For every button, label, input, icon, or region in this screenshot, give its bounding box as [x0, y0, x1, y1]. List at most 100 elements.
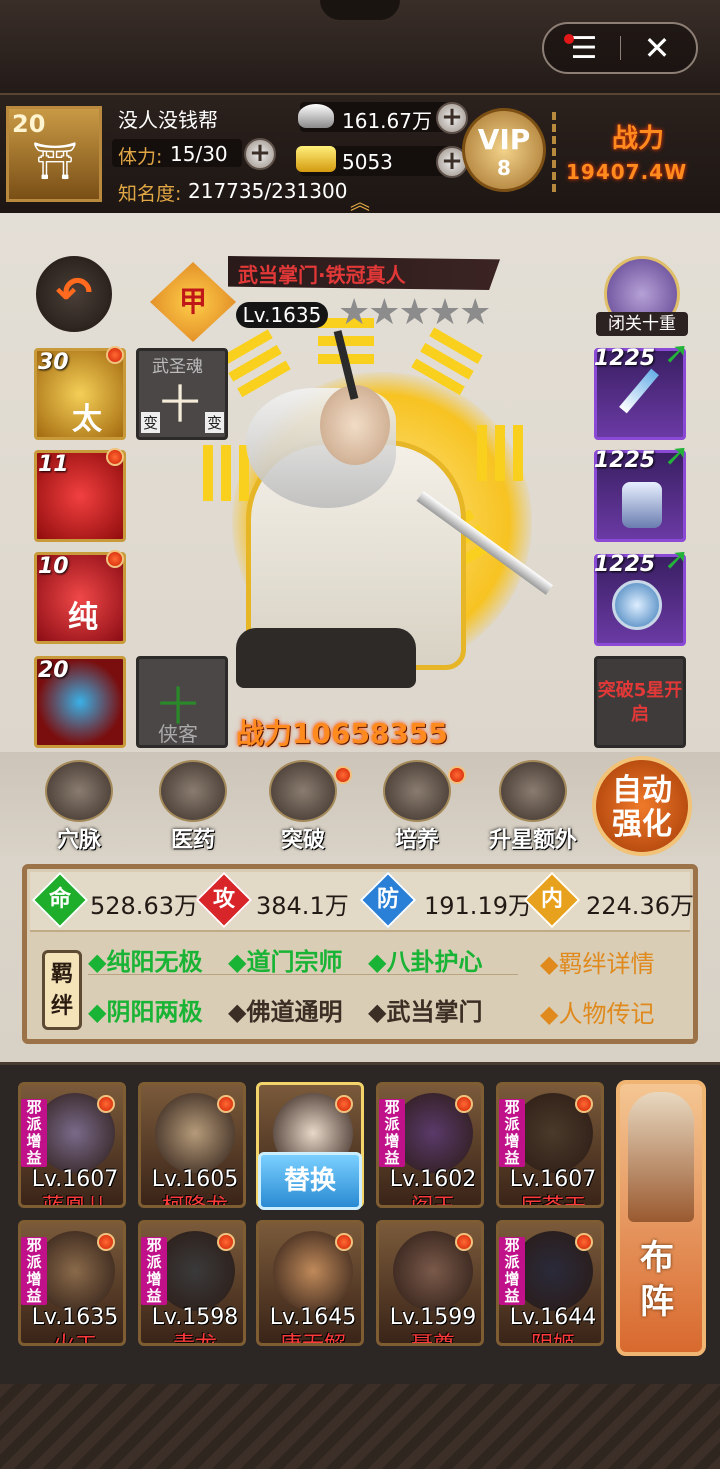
- hero-title: 武当掌门·铁冠真人: [238, 263, 406, 287]
- upgrade-arrow-icon: ➚: [664, 438, 690, 473]
- function-label: 培养: [394, 828, 439, 853]
- martial-soul-glyph: 十: [160, 382, 200, 428]
- martial-soul-left: 变: [141, 412, 161, 433]
- silver-ingot-icon: [298, 104, 334, 128]
- faction-tag: 邪派增益: [499, 1099, 525, 1167]
- stamina-label: 体力:: [118, 146, 163, 168]
- fetter-tag: ◆佛道通明: [228, 998, 343, 1026]
- fetter-details-link[interactable]: ◆羁绊详情: [540, 944, 654, 979]
- fetter-tag: ◆八卦护心: [368, 948, 483, 976]
- hero-power: 战力10658355: [236, 717, 448, 750]
- notification-dot: [335, 1233, 353, 1251]
- roster-card[interactable]: 邪派增益 Lv.1607 厉苍天: [496, 1082, 604, 1208]
- roster-card[interactable]: 邪派增益 Lv.1635 火工: [18, 1220, 126, 1346]
- swap-button[interactable]: 替换: [258, 1152, 362, 1210]
- vip-badge[interactable]: VIP 8: [462, 108, 546, 192]
- roster-name: 阴姬: [530, 1333, 575, 1346]
- trigram-icon: [199, 445, 249, 501]
- formation-line2: 阵: [640, 1282, 674, 1322]
- auto-enhance-line1: 自动: [612, 773, 672, 808]
- bottom-decoration: [0, 1384, 720, 1469]
- gold-ingot-icon: [296, 146, 336, 172]
- meridian-button[interactable]: 穴脉: [34, 760, 124, 856]
- faction-tag: 邪派增益: [379, 1099, 405, 1167]
- roster-card[interactable]: 邪派增益 Lv.1602 阎王: [376, 1082, 484, 1208]
- amulet-icon: [612, 580, 662, 630]
- function-label: 升星额外: [488, 828, 577, 853]
- function-label: 穴脉: [56, 828, 101, 853]
- skill-level-1: 30: [38, 350, 69, 375]
- companion-label: 侠客: [158, 722, 198, 746]
- function-label: 医药: [170, 828, 215, 853]
- roster-name: 青龙: [172, 1333, 217, 1346]
- formation-label: 布 阵: [640, 1236, 674, 1324]
- notification-dot: [334, 766, 352, 784]
- silver-amount: 161.67万: [342, 109, 432, 133]
- hero-boots: [236, 628, 416, 688]
- roster-name: 聂尊: [410, 1333, 455, 1346]
- fame-label: 知名度:: [118, 183, 182, 205]
- star-up-extra-button[interactable]: 升星额外: [478, 760, 588, 856]
- skill-level-4: 20: [38, 658, 69, 683]
- notification-dot: [448, 766, 466, 784]
- vip-divider: [552, 112, 556, 192]
- roster-name: 唐无解: [279, 1333, 346, 1346]
- roster-card[interactable]: Lv.1645 唐无解: [256, 1220, 364, 1346]
- fame-value: 217735/231300: [188, 179, 348, 203]
- armor-icon: [622, 482, 662, 528]
- hp-value: 528.63万: [90, 892, 198, 920]
- add-stamina-button[interactable]: +: [244, 138, 276, 170]
- attack-glyph: 攻: [212, 887, 235, 912]
- formation-line1: 布: [640, 1238, 674, 1278]
- notification-dot: [335, 1095, 353, 1113]
- top-ornament: [320, 0, 400, 20]
- stamina-value: 15/30: [170, 142, 228, 166]
- roster-card[interactable]: Lv.1599 聂尊: [376, 1220, 484, 1346]
- inner-value: 224.36万: [586, 892, 694, 920]
- gourd-icon: [159, 760, 227, 822]
- defense-value: 191.19万: [424, 892, 532, 920]
- notification-dot: [575, 1233, 593, 1251]
- hero-level: Lv.1635: [236, 302, 328, 328]
- close-button[interactable]: ✕: [636, 28, 678, 68]
- skill-glyph-3: 纯: [68, 600, 98, 635]
- add-silver-button[interactable]: +: [436, 102, 468, 134]
- notification-dot: [106, 448, 124, 466]
- back-button[interactable]: ↶: [36, 256, 112, 332]
- attack-value: 384.1万: [256, 892, 349, 920]
- expand-caret-icon[interactable]: ︽: [350, 186, 370, 215]
- medicine-button[interactable]: 医药: [148, 760, 238, 856]
- formation-portrait: [628, 1092, 694, 1222]
- breakthrough-slot[interactable]: 突破5星开启: [594, 656, 686, 748]
- notification-dot: [455, 1095, 473, 1113]
- biography-link[interactable]: ◆人物传记: [540, 994, 654, 1029]
- fetter-tag: ◆纯阳无极: [88, 948, 203, 976]
- scroll-icon: [383, 760, 451, 822]
- pavilion-icon: ⛩: [32, 141, 78, 182]
- total-power-label: 战力: [612, 124, 665, 154]
- notification-dot: [217, 1095, 235, 1113]
- hp-glyph: 命: [48, 887, 71, 912]
- faction-tag: 邪派增益: [21, 1237, 47, 1305]
- fetter-divider: [88, 974, 518, 975]
- auto-enhance-button[interactable]: 自动 强化: [592, 756, 692, 856]
- fetter-tag: ◆武当掌门: [368, 998, 483, 1026]
- roster-card[interactable]: 邪派增益 Lv.1598 青龙: [138, 1220, 246, 1346]
- total-power-value: 19407.4W: [566, 160, 688, 184]
- roster-name: 蓝凰儿: [41, 1195, 108, 1208]
- player-level: 20: [12, 110, 46, 138]
- scholar-icon: [269, 760, 337, 822]
- roster-card[interactable]: 邪派增益 Lv.1607 蓝凰儿: [18, 1082, 126, 1208]
- roster-name: 柯降龙: [161, 1195, 228, 1208]
- trigram-icon: [473, 425, 523, 481]
- roster-card[interactable]: Lv.1605 柯降龙: [138, 1082, 246, 1208]
- function-label: 突破: [280, 828, 325, 853]
- equipment-level-2: 1225: [594, 448, 656, 473]
- capsule-divider: [620, 36, 621, 60]
- notification-dot: [217, 1233, 235, 1251]
- roster-card[interactable]: 邪派增益 Lv.1644 阴姬: [496, 1220, 604, 1346]
- faction-tag: 邪派增益: [21, 1099, 47, 1167]
- gold-amount: 5053: [342, 150, 393, 174]
- menu-notification-dot: [564, 34, 574, 44]
- fetter-tag: ◆道门宗师: [228, 948, 343, 976]
